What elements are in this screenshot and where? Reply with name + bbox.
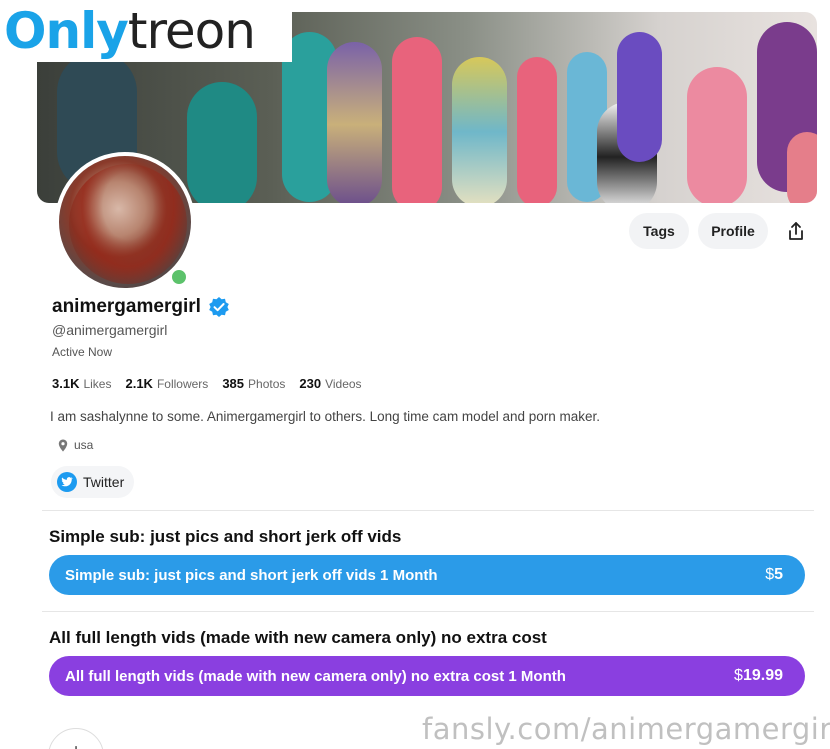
profile-stats: 3.1K Likes 2.1K Followers 385 Photos 230 Vid…	[52, 376, 362, 391]
verified-icon	[209, 297, 229, 317]
watermark-logo: Onlytreon	[0, 0, 292, 62]
logo-part-2: treon	[127, 2, 256, 60]
stat-label: Videos	[325, 377, 362, 391]
stat-value: 3.1K	[52, 376, 80, 391]
twitter-icon	[57, 472, 77, 492]
tier-1-currency: $	[765, 566, 775, 583]
tier-2-price: $19.99	[734, 667, 783, 685]
tier-1-amount: 5	[774, 566, 783, 583]
stat-label: Photos	[248, 377, 286, 391]
twitter-link[interactable]: Twitter	[51, 466, 135, 498]
location-text: usa	[74, 438, 94, 452]
twitter-label: Twitter	[83, 474, 125, 490]
tier-2-title: All full length vids (made with new came…	[49, 628, 547, 647]
status-text: Active Now	[52, 345, 113, 359]
add-button[interactable]: +	[48, 728, 104, 749]
stat-photos[interactable]: 385 Photos	[222, 376, 285, 391]
share-button[interactable]	[779, 213, 813, 249]
tier-1-price: $5	[765, 566, 783, 584]
online-indicator	[170, 268, 188, 286]
tier-2-subscribe-button[interactable]: All full length vids (made with new came…	[49, 656, 805, 696]
stat-label: Followers	[156, 377, 209, 391]
tier-1-label: Simple sub: just pics and short jerk off…	[65, 566, 438, 584]
divider	[42, 510, 814, 511]
display-name: animergamergirl	[52, 296, 201, 317]
tier-1-title: Simple sub: just pics and short jerk off…	[49, 527, 402, 546]
tier-1-subscribe-button[interactable]: Simple sub: just pics and short jerk off…	[49, 555, 805, 595]
name-row: animergamergirl	[52, 296, 230, 318]
location-pin-icon	[58, 439, 68, 451]
logo-part-1: Only	[4, 2, 129, 60]
plus-icon: +	[70, 739, 83, 749]
stat-value: 2.1K	[125, 376, 153, 391]
tags-button[interactable]: Tags	[629, 213, 689, 249]
divider	[42, 611, 814, 612]
profile-page: Onlytreon Tags Profile animergamergirl @…	[0, 0, 830, 749]
footer-watermark: fansly.com/animergamergirl	[422, 712, 830, 746]
bio-text: I am sashalynne to some. Animergamergirl…	[50, 409, 601, 424]
location: usa	[58, 438, 93, 452]
stat-likes: 3.1K Likes	[52, 376, 111, 391]
stat-followers: 2.1K Followers	[125, 376, 208, 391]
stat-label: Likes	[83, 377, 112, 391]
profile-button[interactable]: Profile	[698, 213, 768, 249]
stat-videos[interactable]: 230 Videos	[299, 376, 361, 391]
tier-2-currency: $	[734, 667, 743, 684]
stat-value: 230	[299, 376, 322, 391]
username-handle: @animergamergirl	[52, 322, 168, 338]
tier-2-label: All full length vids (made with new came…	[65, 667, 566, 685]
stat-value: 385	[222, 376, 245, 391]
share-icon	[789, 222, 803, 240]
avatar-image	[69, 164, 187, 284]
tier-2-amount: 19.99	[742, 667, 783, 684]
